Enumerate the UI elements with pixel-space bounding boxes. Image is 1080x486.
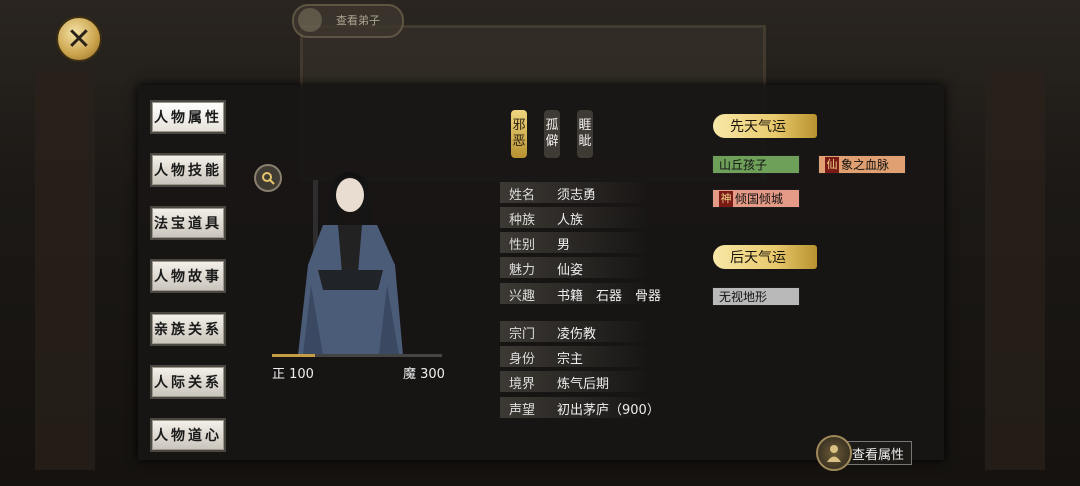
- innate-luck-badge[interactable]: 神倾国倾城: [712, 189, 800, 208]
- innate-luck-title: 先天气运: [713, 114, 817, 138]
- info-value: 仙姿: [557, 263, 584, 278]
- alignment-bar-fill: [272, 354, 315, 357]
- info-row: 姓名 须志勇: [500, 182, 650, 203]
- info-label: 声望: [509, 403, 536, 418]
- info-label: 姓名: [509, 188, 536, 203]
- info-value: 书籍 石器 骨器: [557, 289, 662, 304]
- info-value: 凌伤教: [557, 327, 597, 342]
- background-header-tab: 查看弟子: [292, 4, 404, 38]
- search-button[interactable]: [254, 164, 282, 192]
- info-value: 人族: [557, 213, 584, 228]
- info-label: 身份: [509, 352, 536, 367]
- info-label: 宗门: [509, 327, 536, 342]
- info-value: 男: [557, 238, 571, 253]
- info-value: 初出茅庐（900）: [557, 403, 660, 418]
- demonic-value: 魔 300: [403, 367, 445, 382]
- background-pillar: [35, 70, 95, 470]
- view-attributes-label: 查看属性: [844, 441, 912, 465]
- innate-luck-badge[interactable]: 山丘孩子: [712, 155, 800, 174]
- info-label: 性别: [509, 238, 536, 253]
- tab-list: 人物属性 人物技能 法宝道具 人物故事 亲族关系 人际关系 人物道心: [150, 100, 226, 471]
- info-label: 魅力: [509, 263, 536, 278]
- view-attributes-button[interactable]: 查看属性: [816, 435, 912, 471]
- info-row: 兴趣 书籍 石器 骨器: [500, 283, 661, 304]
- info-row: 身份 宗主: [500, 346, 650, 367]
- righteous-value: 正 100: [272, 367, 314, 382]
- trait-list: 邪恶 孤僻 睚眦: [511, 110, 593, 158]
- info-value: 炼气后期: [557, 377, 610, 392]
- info-label: 兴趣: [509, 289, 536, 304]
- tab-character-skills[interactable]: 人物技能: [150, 153, 226, 187]
- seal-icon: 神: [719, 190, 733, 207]
- tab-family-relations[interactable]: 亲族关系: [150, 312, 226, 346]
- innate-luck-badge[interactable]: 仙象之血脉: [818, 155, 906, 174]
- info-value: 宗主: [557, 352, 584, 367]
- trait-tag[interactable]: 睚眦: [577, 110, 593, 158]
- background-pillar: [985, 70, 1045, 470]
- tab-character-attributes[interactable]: 人物属性: [150, 100, 226, 134]
- info-row: 魅力 仙姿: [500, 257, 650, 278]
- search-icon: [262, 172, 275, 185]
- tab-treasures-items[interactable]: 法宝道具: [150, 206, 226, 240]
- close-icon: ✕: [66, 21, 92, 57]
- info-row: 性别 男: [500, 232, 650, 253]
- info-value: 须志勇: [557, 188, 597, 203]
- info-row: 境界 炼气后期: [500, 371, 650, 392]
- avatar: [298, 8, 322, 32]
- info-row: 声望 初出茅庐（900）: [500, 397, 660, 418]
- seal-icon: 仙: [825, 156, 839, 173]
- trait-tag[interactable]: 邪恶: [511, 110, 527, 158]
- tab-character-story[interactable]: 人物故事: [150, 259, 226, 293]
- info-row: 种族 人族: [500, 207, 650, 228]
- trait-tag[interactable]: 孤僻: [544, 110, 560, 158]
- acquired-luck-badge[interactable]: 无视地形: [712, 287, 800, 306]
- info-row: 宗门 凌伤教: [500, 321, 650, 342]
- close-button[interactable]: ✕: [56, 16, 102, 62]
- info-label: 境界: [509, 377, 536, 392]
- tab-character-dao-heart[interactable]: 人物道心: [150, 418, 226, 452]
- attributes-icon: [816, 435, 852, 471]
- info-label: 种族: [509, 213, 536, 228]
- acquired-luck-title: 后天气运: [713, 245, 817, 269]
- tab-social-relations[interactable]: 人际关系: [150, 365, 226, 399]
- character-portrait: [298, 172, 403, 355]
- alignment-bar: [272, 354, 442, 357]
